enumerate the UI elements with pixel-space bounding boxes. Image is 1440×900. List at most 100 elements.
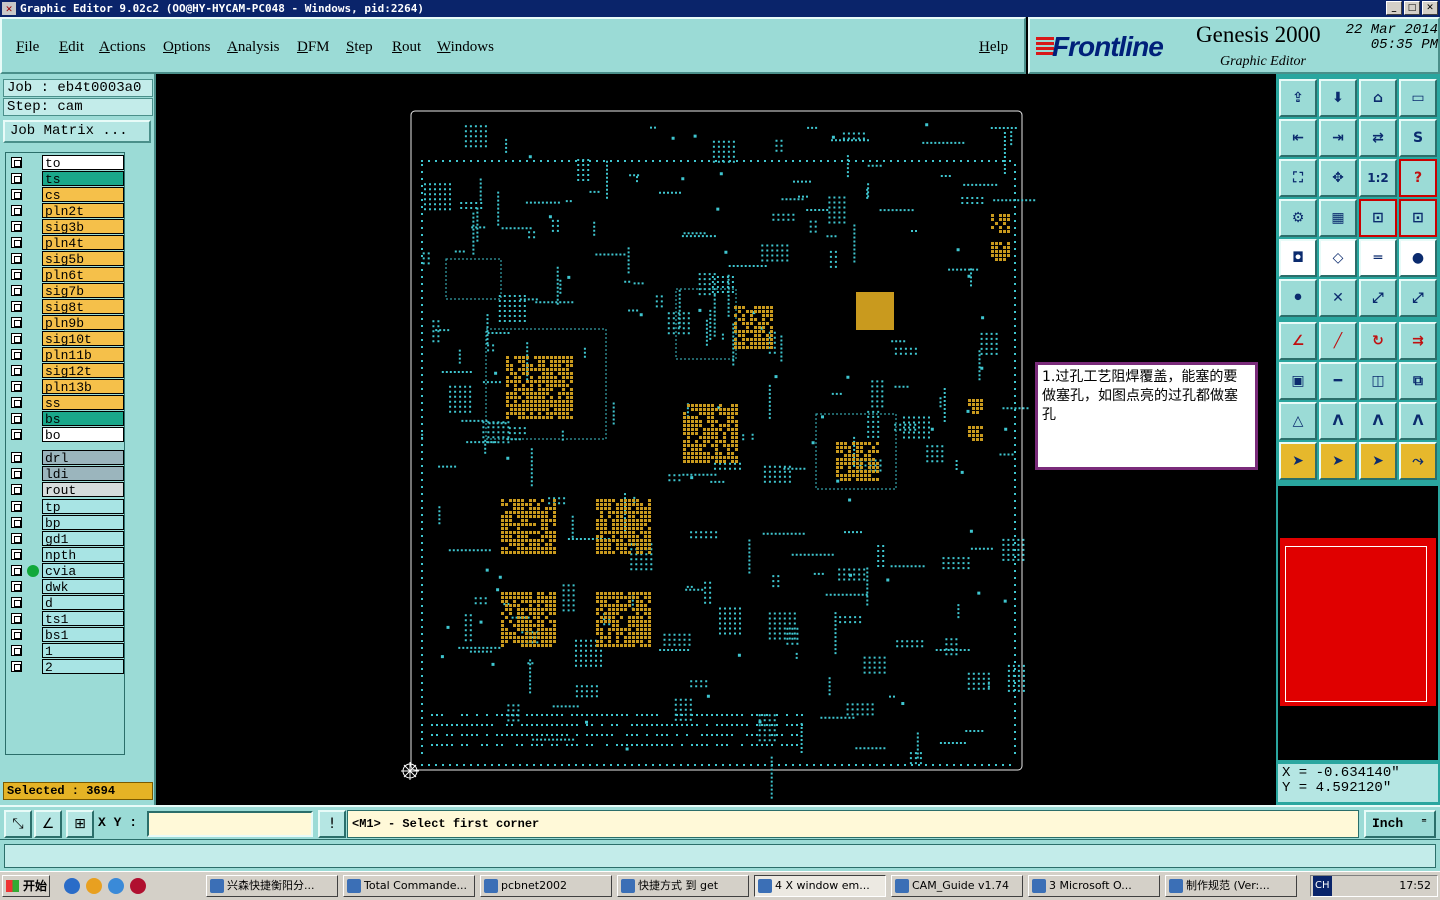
menu-edit[interactable]: Edit <box>59 39 84 56</box>
language-indicator[interactable]: CH <box>1313 876 1332 896</box>
taskbar-item[interactable]: Total Commande... <box>343 875 475 897</box>
layer-name[interactable]: cs <box>42 187 124 203</box>
layer-name[interactable]: bo <box>42 427 124 443</box>
snap-corner-icon[interactable]: ⤡ <box>4 810 32 838</box>
minimize-button[interactable]: _ <box>1386 1 1402 15</box>
node-alt-icon[interactable]: ⤢ <box>1399 279 1437 317</box>
layer-name[interactable]: bp <box>42 515 124 531</box>
pad-icon[interactable]: ◘ <box>1279 239 1317 277</box>
menu-windows[interactable]: Windows <box>437 39 494 56</box>
angle-snap-icon[interactable]: ∠ <box>34 810 62 838</box>
browser-icon[interactable] <box>64 878 80 894</box>
layer-row-sig7b[interactable]: sig7b <box>7 283 125 299</box>
taskbar-item[interactable]: CAM_Guide v1.74 <box>891 875 1023 897</box>
layer-row-d[interactable]: d <box>7 595 125 611</box>
layer-checkbox[interactable] <box>11 253 22 264</box>
alert-icon[interactable]: ! <box>318 810 346 838</box>
measure-icon[interactable]: ⚙ <box>1279 199 1317 237</box>
menu-step[interactable]: Step <box>346 39 373 56</box>
group-icon[interactable]: ⧉ <box>1399 362 1437 400</box>
menu-actions[interactable]: Actions <box>99 39 146 56</box>
cross-icon[interactable]: ✕ <box>1319 279 1357 317</box>
taskbar-item[interactable]: 制作规范 (Ver:... <box>1165 875 1297 897</box>
clock-icon[interactable] <box>86 878 102 894</box>
layer-checkbox[interactable] <box>11 565 22 576</box>
close-button[interactable]: ✕ <box>1422 1 1438 15</box>
layer-name[interactable]: pln9b <box>42 315 124 331</box>
scale-1-2-icon[interactable]: 1:2 <box>1359 159 1397 197</box>
layer-row-cs[interactable]: cs <box>7 187 125 203</box>
pan-right-icon[interactable]: ⇥ <box>1319 119 1357 157</box>
a-red-icon[interactable]: Λ <box>1399 402 1437 440</box>
layer-name[interactable]: npth <box>42 547 124 563</box>
layer-checkbox[interactable] <box>11 484 22 495</box>
layer-checkbox[interactable] <box>11 517 22 528</box>
layer-checkbox[interactable] <box>11 397 22 408</box>
layer-checkbox[interactable] <box>11 597 22 608</box>
split-window-icon[interactable]: ▭ <box>1399 79 1437 117</box>
layer-checkbox[interactable] <box>11 285 22 296</box>
taskbar-item[interactable]: 3 Microsoft O... <box>1028 875 1160 897</box>
layer-name[interactable]: pln2t <box>42 203 124 219</box>
pointer-select-icon[interactable]: ➤ <box>1359 442 1397 480</box>
pointer-alt-icon[interactable]: ➤ <box>1319 442 1357 480</box>
layer-row-bp[interactable]: bp <box>7 515 125 531</box>
ff-icon[interactable]: ⇉ <box>1399 322 1437 360</box>
layer-row-sig8t[interactable]: sig8t <box>7 299 125 315</box>
xy-input[interactable] <box>147 811 313 837</box>
layer-checkbox[interactable] <box>11 173 22 184</box>
layer-checkbox[interactable] <box>11 381 22 392</box>
layer-checkbox[interactable] <box>11 613 22 624</box>
edit-shape-icon[interactable]: ◇ <box>1319 239 1357 277</box>
docs-icon[interactable] <box>108 878 124 894</box>
layer-row-to[interactable]: to <box>7 155 125 171</box>
layer-name[interactable]: sig3b <box>42 219 124 235</box>
layer-row-ldi[interactable]: ldi <box>7 466 125 482</box>
layer-row-pln11b[interactable]: pln11b <box>7 347 125 363</box>
layer-checkbox[interactable] <box>11 221 22 232</box>
layer-row-drl[interactable]: drl <box>7 450 125 466</box>
a-alt-icon[interactable]: Λ <box>1359 402 1397 440</box>
house-icon[interactable]: ⌂ <box>1359 79 1397 117</box>
minus-icon[interactable]: ━ <box>1319 362 1357 400</box>
menu-file[interactable]: File <box>16 39 39 56</box>
layer-row-sig12t[interactable]: sig12t <box>7 363 125 379</box>
layer-row-ts[interactable]: ts <box>7 171 125 187</box>
layer-checkbox[interactable] <box>11 501 22 512</box>
layer-name[interactable]: d <box>42 595 124 611</box>
layer-name[interactable]: drl <box>42 450 124 466</box>
layer-checkbox[interactable] <box>11 237 22 248</box>
layer-row-bo[interactable]: bo <box>7 427 125 443</box>
circle-icon[interactable]: ● <box>1399 239 1437 277</box>
flip-icon[interactable]: ⇄ <box>1359 119 1397 157</box>
layer-row-ss[interactable]: ss <box>7 395 125 411</box>
layer-row-npth[interactable]: npth <box>7 547 125 563</box>
layer-name[interactable]: bs1 <box>42 627 124 643</box>
layer-checkbox[interactable] <box>11 317 22 328</box>
layer-name[interactable]: 1 <box>42 643 124 659</box>
layer-name[interactable]: pln13b <box>42 379 124 395</box>
layer-name[interactable]: sig5b <box>42 251 124 267</box>
layer-name[interactable]: bs <box>42 411 124 427</box>
layer-row-1[interactable]: 1 <box>7 643 125 659</box>
layer-name[interactable]: sig7b <box>42 283 124 299</box>
layer-name[interactable]: ldi <box>42 466 124 482</box>
layer-name[interactable]: to <box>42 155 124 171</box>
route-icon[interactable]: ⤳ <box>1399 442 1437 480</box>
layer-name[interactable]: rout <box>42 482 124 498</box>
unit-selector[interactable]: Inch ⁼ <box>1364 810 1436 838</box>
arc-icon[interactable]: ↻ <box>1359 322 1397 360</box>
layer-checkbox[interactable] <box>11 301 22 312</box>
help-icon[interactable]: ? <box>1399 159 1437 197</box>
menu-rout[interactable]: Rout <box>392 39 421 56</box>
layer-checkbox[interactable] <box>11 189 22 200</box>
frame-icon[interactable]: ◫ <box>1359 362 1397 400</box>
layer-checkbox[interactable] <box>11 645 22 656</box>
layer-row-ts1[interactable]: ts1 <box>7 611 125 627</box>
node-icon[interactable]: ⤢ <box>1359 279 1397 317</box>
x-icon[interactable] <box>130 878 146 894</box>
layer-name[interactable]: sig8t <box>42 299 124 315</box>
overview-window[interactable] <box>1278 536 1438 708</box>
menu-analysis[interactable]: Analysis <box>227 39 280 56</box>
layer-row-tp[interactable]: tp <box>7 499 125 515</box>
